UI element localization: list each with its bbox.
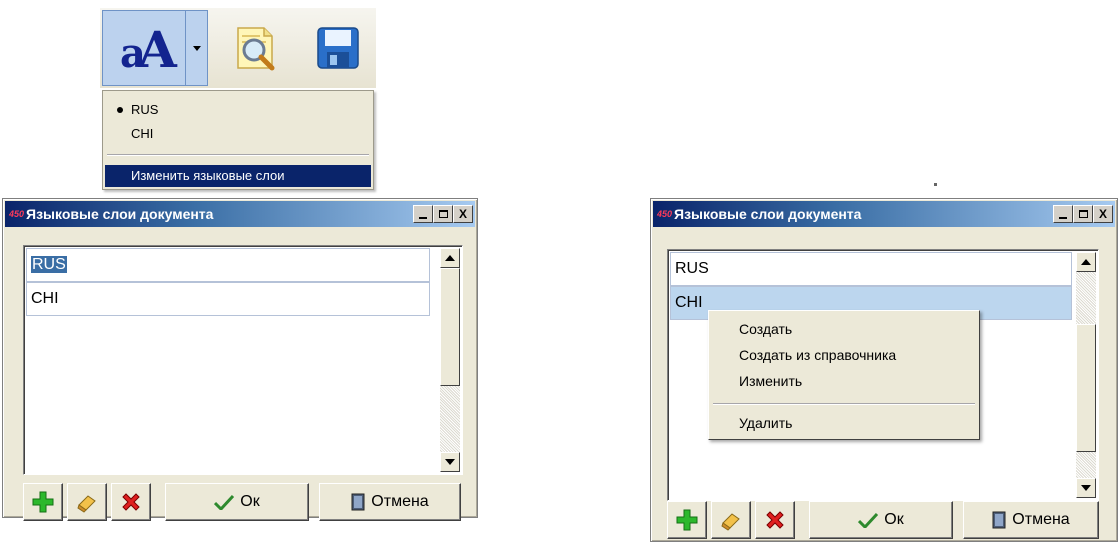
menu-item-edit-layers[interactable]: Изменить языковые слои: [105, 165, 371, 187]
arrow-down-icon: [445, 459, 455, 465]
close-button[interactable]: X: [453, 205, 473, 223]
cancel-button[interactable]: Отмена: [319, 483, 461, 521]
cancel-button[interactable]: Отмена: [963, 501, 1099, 539]
menu-item-rus[interactable]: RUS: [105, 99, 371, 121]
radio-bullet-icon: [117, 107, 123, 113]
scroll-down-button[interactable]: [1076, 478, 1096, 498]
maximize-icon: [1078, 210, 1088, 218]
arrow-up-icon: [1081, 259, 1091, 265]
plus-icon: [676, 509, 698, 531]
ok-button[interactable]: Ок: [165, 483, 309, 521]
arrow-up-icon: [445, 255, 455, 261]
list-item-label: CHI: [31, 290, 59, 307]
ok-button[interactable]: Ок: [809, 501, 953, 539]
scroll-thumb[interactable]: [440, 268, 460, 386]
close-icon: X: [458, 207, 467, 221]
preview-button[interactable]: [224, 8, 288, 88]
language-button[interactable]: aA: [102, 10, 186, 86]
maximize-button[interactable]: [433, 205, 453, 223]
minimize-button[interactable]: [1053, 205, 1073, 223]
list-item-label: CHI: [675, 294, 703, 311]
context-menu-edit[interactable]: Изменить: [739, 371, 802, 391]
window-titlebar: 450 Языковые слои документа X: [653, 201, 1115, 227]
menu-separator: [107, 154, 369, 156]
app-logo-icon: 450: [657, 209, 673, 219]
context-menu-delete[interactable]: Удалить: [739, 413, 792, 433]
stray-mark: [934, 183, 937, 186]
menu-item-label: RUS: [131, 102, 159, 117]
window-titlebar: 450 Языковые слои документа X: [5, 201, 475, 227]
cancel-button-label: Отмена: [371, 493, 429, 510]
window-title: Языковые слои документа: [26, 206, 214, 222]
delete-button[interactable]: [111, 483, 151, 521]
list-item[interactable]: RUS: [670, 252, 1072, 286]
window-title: Языковые слои документа: [674, 206, 862, 222]
door-icon: [992, 511, 1006, 529]
vertical-scrollbar[interactable]: [440, 248, 460, 472]
add-button[interactable]: [667, 501, 707, 539]
ok-button-label: Ок: [884, 511, 904, 528]
context-menu-create-from-reference[interactable]: Создать из справочника: [739, 345, 896, 365]
scroll-up-button[interactable]: [1076, 252, 1096, 272]
close-button[interactable]: X: [1093, 205, 1113, 223]
context-menu-create[interactable]: Создать: [739, 319, 792, 339]
font-language-icon: aA: [120, 20, 177, 79]
arrow-down-icon: [1081, 485, 1091, 491]
floppy-disk-icon: [317, 27, 359, 69]
delete-icon: [766, 511, 784, 529]
list-item-label: RUS: [675, 260, 709, 277]
list-item[interactable]: RUS: [26, 248, 430, 282]
language-dropdown-button[interactable]: [186, 10, 208, 86]
menu-item-label: CHI: [131, 126, 154, 141]
eraser-icon: [721, 513, 740, 531]
checkmark-icon: [214, 494, 235, 510]
save-button[interactable]: [306, 8, 370, 88]
cancel-button-label: Отмена: [1012, 511, 1070, 528]
chevron-down-icon: [192, 45, 201, 51]
magnifier-document-icon: [237, 27, 275, 71]
toolbar: aA: [100, 8, 376, 88]
door-icon: [351, 493, 365, 511]
menu-item-label: Изменить языковые слои: [131, 168, 285, 183]
scroll-thumb[interactable]: [1076, 324, 1096, 452]
scroll-up-button[interactable]: [440, 248, 460, 268]
minimize-icon: [419, 217, 427, 219]
app-logo-icon: 450: [9, 209, 25, 219]
edit-button[interactable]: [67, 483, 107, 521]
ok-button-label: Ок: [240, 493, 260, 510]
eraser-icon: [77, 495, 96, 513]
maximize-icon: [438, 210, 448, 218]
close-icon: X: [1098, 207, 1107, 221]
edit-button[interactable]: [711, 501, 751, 539]
list-item[interactable]: CHI: [26, 282, 430, 316]
scroll-down-button[interactable]: [440, 452, 460, 472]
menu-separator: [713, 403, 975, 405]
language-menu: RUS CHI Изменить языковые слои: [102, 90, 374, 190]
list-item-label: RUS: [31, 256, 67, 273]
delete-button[interactable]: [755, 501, 795, 539]
maximize-button[interactable]: [1073, 205, 1093, 223]
plus-icon: [32, 491, 54, 513]
checkmark-icon: [858, 512, 879, 528]
minimize-icon: [1059, 217, 1067, 219]
menu-item-chi[interactable]: CHI: [105, 123, 371, 145]
vertical-scrollbar[interactable]: [1076, 252, 1096, 498]
minimize-button[interactable]: [413, 205, 433, 223]
language-layers-window-left: 450 Языковые слои документа X RUS CHI Ок…: [2, 198, 478, 521]
context-menu: Создать Создать из справочника Изменить …: [708, 310, 980, 440]
language-list[interactable]: RUS CHI: [23, 245, 463, 475]
delete-icon: [122, 493, 140, 511]
add-button[interactable]: [23, 483, 63, 521]
